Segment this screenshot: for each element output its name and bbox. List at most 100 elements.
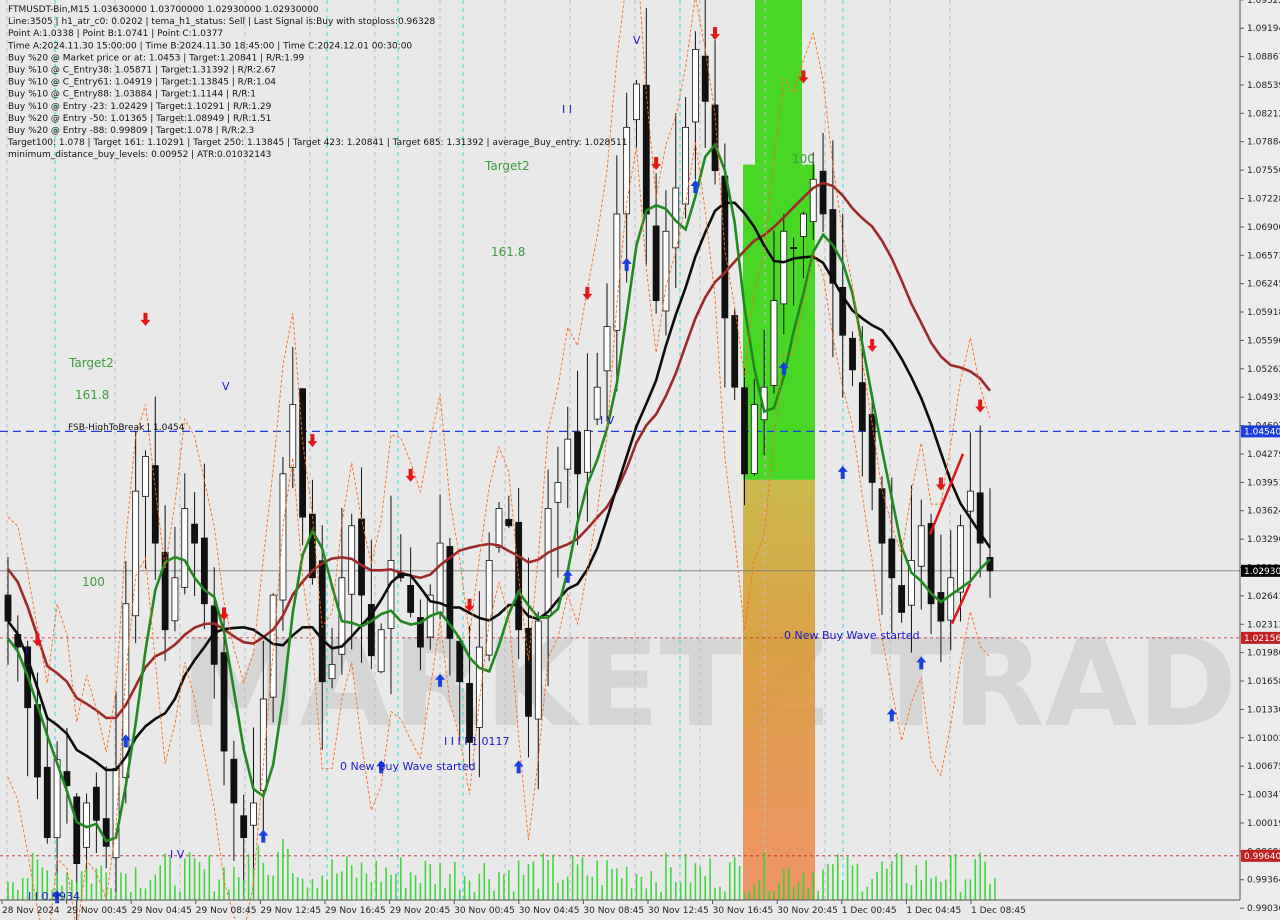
price-tick-label: 1.05262	[1247, 365, 1280, 375]
candle-bearish	[358, 518, 365, 596]
time-tick-label: 29 Nov 00:45	[67, 906, 128, 916]
chart-annotation: I I 0.9934	[28, 890, 80, 903]
candle-bearish	[466, 682, 473, 743]
candle-bearish	[849, 337, 856, 371]
chart-annotation: V	[633, 34, 641, 47]
price-tick-label: 1.03624	[1247, 507, 1280, 517]
time-tick-label: 30 Nov 08:45	[583, 906, 644, 916]
candle-bullish	[534, 620, 542, 720]
info-line: Time A:2024.11.30 15:00:00 | Time B:2024…	[7, 41, 412, 51]
candle-bullish	[603, 326, 611, 372]
info-line: Buy %10 @ C_Entry88: 1.03884 | Target:1.…	[8, 90, 256, 100]
candle-bullish	[780, 230, 788, 305]
info-line: Buy %10 @ C_Entry61: 1.04919 | Target:1.…	[8, 78, 276, 88]
candle-bullish	[957, 525, 964, 593]
chart-annotation: 100	[792, 152, 815, 166]
price-tick-label: 1.02313	[1247, 620, 1280, 630]
candle-bullish	[800, 213, 807, 237]
chart-annotation: Target2	[484, 159, 530, 173]
price-tick-label: 0.99036	[1247, 904, 1280, 914]
price-tick-label: 1.07228	[1247, 195, 1280, 205]
chart-annotation: I I	[562, 103, 572, 116]
candle-bullish	[132, 490, 140, 617]
info-line: Buy %10 @ Entry -23: 1.02429 | Target:1.…	[8, 102, 272, 112]
price-tick-label: 1.06900	[1247, 223, 1280, 233]
candle-bullish	[142, 456, 149, 497]
candle-bearish	[456, 640, 464, 683]
chart-annotation: FSB-HighToBreak | 1.0454	[68, 423, 185, 433]
price-marker-label: 1.02930	[1244, 567, 1280, 577]
candle-bearish	[318, 560, 326, 683]
price-tick-label: 1.05918	[1247, 308, 1280, 318]
candle-bearish	[230, 758, 238, 804]
info-line: Buy %10 @ C_Entry38: 1.05871 | Target:1.…	[8, 66, 276, 76]
candle-bullish	[289, 404, 297, 468]
candle-bearish	[652, 225, 660, 301]
candle-bearish	[790, 247, 797, 250]
candle-bullish	[279, 473, 287, 601]
time-tick-label: 30 Nov 16:45	[713, 906, 774, 916]
price-tick-label: 1.08867	[1247, 53, 1280, 63]
candle-bearish	[898, 585, 906, 613]
price-tick-label: 1.01330	[1247, 705, 1280, 715]
time-tick-label: 30 Nov 00:45	[454, 906, 515, 916]
candle-bearish	[701, 55, 709, 102]
price-tick-label: 1.08212	[1247, 109, 1280, 119]
price-tick-label: 1.00347	[1247, 791, 1280, 801]
candle-bullish	[583, 430, 591, 473]
candle-bullish	[692, 48, 699, 123]
info-line: Buy %20 @ Entry -88: 0.99809 | Target:1.…	[8, 126, 254, 136]
info-line: Buy %20 @ Market price or at: 1.0453 | T…	[8, 53, 305, 63]
candle-bullish	[328, 663, 336, 680]
candle-bullish	[917, 525, 925, 567]
info-line: FTMUSDT-Bin,M15 1.03630000 1.03700000 1.…	[8, 5, 319, 15]
candle-bullish	[750, 404, 758, 474]
candle-bullish	[250, 802, 257, 826]
price-tick-label: 1.03296	[1247, 535, 1280, 545]
candle-bearish	[505, 518, 513, 527]
chart-annotation: 161.8	[75, 388, 109, 402]
candle-bullish	[633, 83, 640, 121]
price-tick-label: 1.02641	[1247, 592, 1280, 602]
candle-bearish	[43, 766, 51, 839]
candle-bullish	[662, 230, 670, 312]
time-tick-label: 29 Nov 16:45	[325, 906, 386, 916]
info-line: Target100: 1.078 | Target 161: 1.10291 |…	[7, 138, 627, 148]
candle-bearish	[4, 594, 12, 622]
candle-bearish	[731, 315, 739, 388]
chart-annotation: 100	[82, 575, 105, 589]
price-tick-label: 1.06573	[1247, 251, 1280, 261]
candle-bearish	[741, 387, 748, 475]
price-tick-label: 1.07884	[1247, 138, 1280, 148]
candle-bearish	[574, 431, 581, 475]
candle-bullish	[966, 490, 974, 512]
candle-bearish	[92, 786, 100, 821]
buy-zone-upper	[755, 0, 802, 165]
candle-bearish	[299, 388, 307, 518]
info-line: Buy %20 @ Entry -50: 1.01365 | Target:1.…	[8, 114, 271, 124]
chart-annotation: I V	[170, 848, 185, 861]
time-tick-label: 30 Nov 20:45	[777, 906, 838, 916]
price-tick-label: 1.04279	[1247, 450, 1280, 460]
candle-bearish	[888, 538, 896, 579]
price-tick-label: 1.05590	[1247, 336, 1280, 346]
candle-bullish	[495, 508, 503, 548]
candle-bullish	[475, 646, 483, 728]
time-tick-label: 30 Nov 12:45	[648, 906, 709, 916]
price-chart[interactable]: MARKETZ TRADETarget2161.8Target2161.8100…	[0, 0, 1280, 920]
price-tick-label: 0.99364	[1247, 876, 1280, 886]
candle-bullish	[554, 482, 562, 503]
candle-bearish	[721, 175, 729, 319]
candle-bearish	[642, 84, 650, 215]
info-line: minimum_distance_buy_levels: 0.00952 | A…	[8, 150, 271, 160]
price-tick-label: 1.07556	[1247, 166, 1280, 176]
price-tick-label: 1.00675	[1247, 762, 1280, 772]
time-tick-label: 29 Nov 08:45	[196, 906, 257, 916]
price-marker-label: 1.02156	[1244, 634, 1280, 644]
candle-bullish	[544, 508, 552, 616]
chart-annotation: I	[25, 645, 28, 658]
price-tick-label: 1.01003	[1247, 734, 1280, 744]
candle-bullish	[613, 213, 621, 331]
candle-bullish	[564, 438, 572, 470]
price-marker-label: 1.04540	[1244, 427, 1280, 437]
